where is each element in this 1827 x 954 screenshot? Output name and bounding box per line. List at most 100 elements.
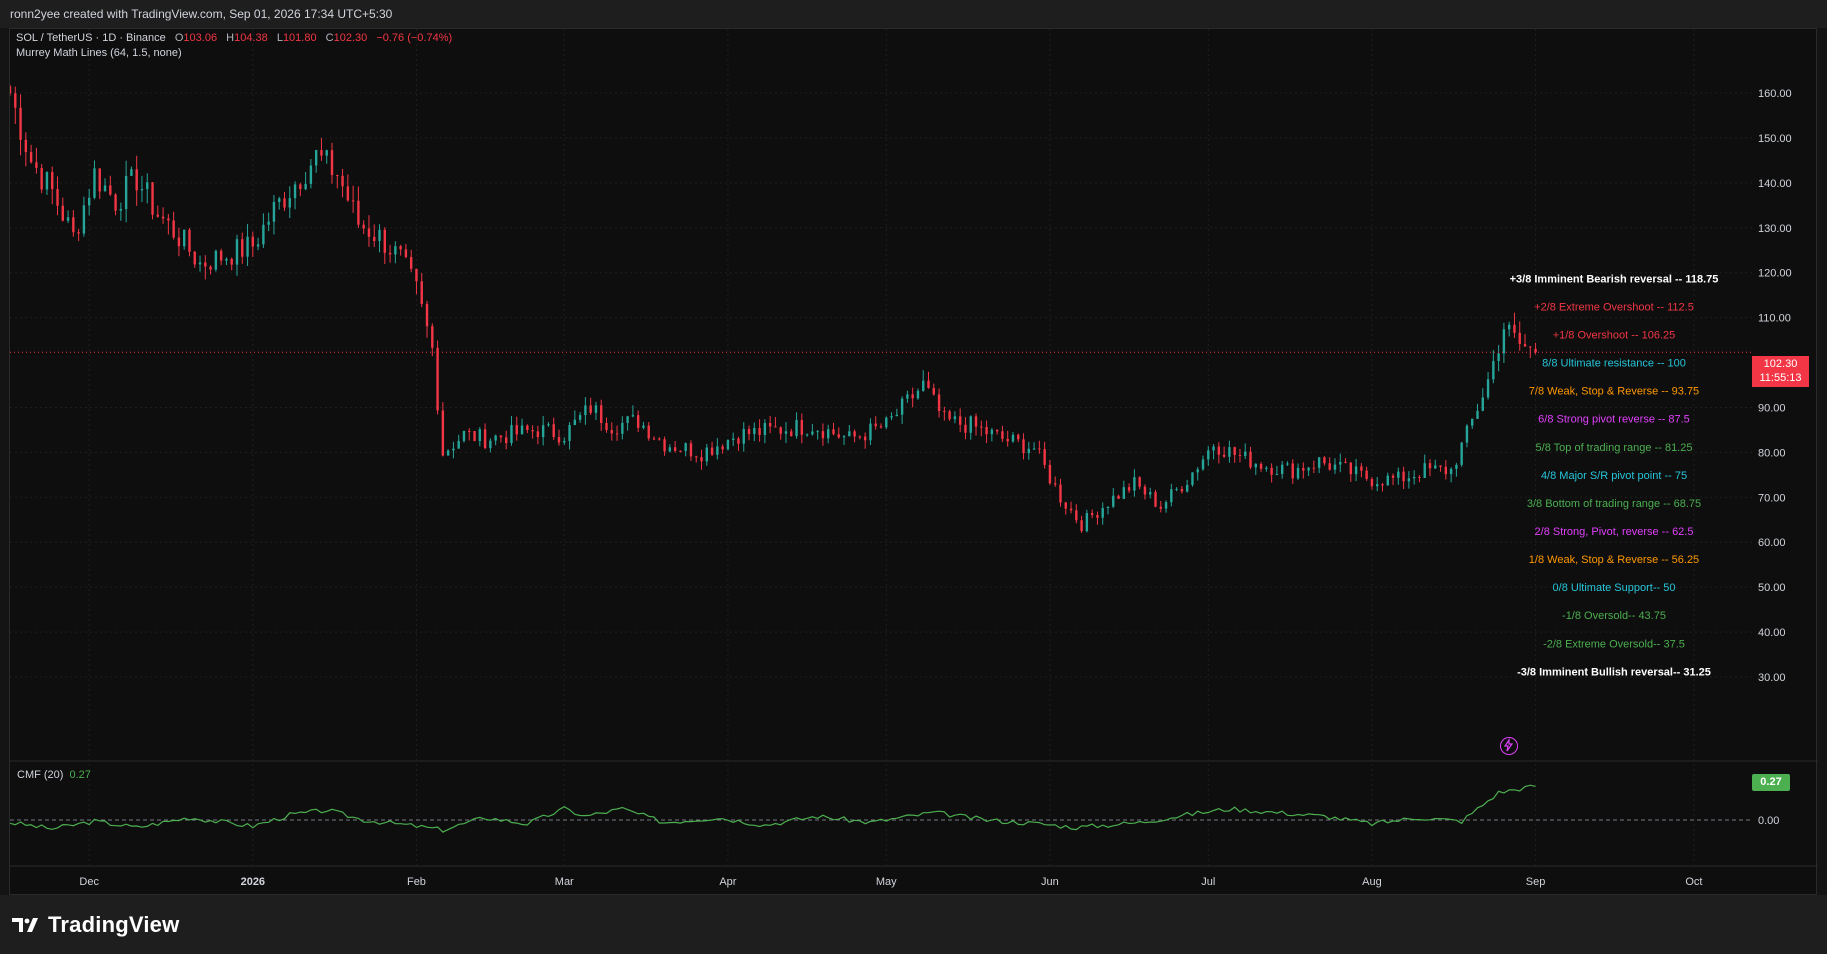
candle-body	[1529, 346, 1532, 348]
candle-body	[336, 174, 339, 176]
candle-body	[1054, 483, 1057, 485]
candle-body	[1481, 397, 1484, 411]
candle-body	[879, 426, 883, 428]
candle-body	[56, 189, 59, 206]
candle-body	[990, 429, 994, 435]
candle-body	[98, 168, 101, 192]
candle-body	[1117, 495, 1120, 499]
candle-body	[505, 437, 508, 444]
candle-body	[1349, 462, 1353, 475]
candle-body	[594, 405, 598, 413]
candle-body	[151, 182, 154, 215]
candle-body	[1127, 487, 1131, 491]
candle-body	[1249, 451, 1252, 468]
candle-body	[51, 172, 54, 190]
candle-body	[409, 257, 413, 269]
murrey-level-label: 2/8 Strong, Pivot, reverse -- 62.5	[1535, 526, 1694, 538]
candle-body	[600, 405, 603, 423]
murrey-level-label: 1/8 Weak, Stop & Reverse -- 56.25	[1529, 554, 1699, 566]
low-value: 101.80	[282, 32, 317, 44]
candle-body	[388, 252, 392, 255]
candle-body	[1523, 343, 1527, 347]
candle-body	[1059, 484, 1062, 503]
candle-body	[172, 220, 175, 238]
candle-body	[1455, 464, 1458, 469]
candle-body	[1280, 464, 1284, 475]
footer	[0, 895, 1827, 954]
indicator-legend[interactable]: Murrey Math Lines (64, 1.5, none)	[16, 47, 182, 59]
time-axis-label: May	[876, 876, 897, 888]
candle-body	[314, 149, 318, 166]
candle-body	[974, 416, 978, 427]
murrey-level-label: 6/8 Strong pivot reverse -- 87.5	[1538, 414, 1690, 426]
candle-body	[842, 436, 846, 438]
candle-body	[420, 281, 423, 304]
candle-body	[800, 420, 804, 435]
candle-body	[663, 439, 666, 452]
candle-body	[1339, 461, 1342, 465]
candle-body	[1354, 466, 1358, 475]
symbol-legend[interactable]: SOL / TetherUS · 1D · Binance O103.06 H1…	[16, 32, 452, 44]
candle-body	[478, 429, 482, 442]
tradingview-logo[interactable]: TradingView	[12, 912, 179, 938]
current-price: 102.30	[1763, 358, 1798, 370]
candle-body	[705, 447, 708, 462]
current-price-tag: 102.30 11:55:13	[1752, 356, 1809, 387]
candle-body	[589, 405, 592, 413]
cmf-label: CMF (20)	[17, 769, 64, 781]
candle-body	[288, 198, 291, 208]
candle-body	[267, 221, 270, 225]
candle-body	[204, 262, 207, 267]
candle-body	[858, 436, 862, 438]
candle-body	[241, 239, 244, 257]
candle-body	[922, 380, 925, 391]
candle-body	[219, 250, 223, 261]
candle-body	[167, 218, 170, 221]
price-axis-label: 40.00	[1758, 627, 1786, 639]
candle-body	[779, 427, 782, 434]
candle-body	[135, 169, 138, 191]
candle-body	[1191, 472, 1194, 485]
candle-body	[246, 236, 249, 257]
price-axis-label: 110.00	[1758, 313, 1791, 325]
price-axis-label: 30.00	[1758, 672, 1786, 684]
candle-body	[790, 431, 793, 437]
candle-body	[93, 168, 96, 198]
candle-body	[146, 182, 149, 190]
candle-body	[684, 443, 687, 451]
lightning-alert-icon[interactable]	[1500, 737, 1518, 755]
candle-body	[161, 216, 165, 219]
candle-body	[130, 169, 133, 176]
cmf-legend[interactable]: CMF (20) 0.27	[17, 769, 91, 781]
candle-body	[1238, 454, 1242, 456]
candle-body	[1497, 353, 1500, 362]
candle-body	[647, 425, 650, 439]
chart-canvas[interactable]: 160.00 150.00 140.00 130.00 120.00 110.00 90.0…	[10, 29, 1818, 896]
candle-body	[457, 440, 460, 449]
candle-body	[726, 439, 730, 450]
murrey-level-label: 5/8 Top of trading range -- 81.25	[1536, 442, 1693, 454]
chart-frame[interactable]: 160.00 150.00 140.00 130.00 120.00 110.00 90.0…	[9, 28, 1818, 896]
candle-body	[737, 438, 740, 444]
price-axis-label: 90.00	[1758, 402, 1786, 414]
candle-body	[853, 431, 856, 437]
candle-body	[325, 150, 328, 156]
price-axis-label: 80.00	[1758, 447, 1786, 459]
murrey-level-label: 7/8 Weak, Stop & Reverse -- 93.75	[1529, 386, 1699, 398]
candle-body	[1207, 450, 1210, 460]
candle-body	[964, 424, 967, 433]
candle-body	[874, 423, 877, 427]
candle-body	[1534, 348, 1537, 353]
time-axis-label: Oct	[1685, 876, 1702, 888]
candle-body	[82, 205, 86, 234]
candle-body	[499, 435, 503, 438]
candle-body	[1159, 506, 1162, 509]
price-axis-label: 60.00	[1758, 537, 1786, 549]
candle-body	[848, 431, 851, 437]
candle-body	[995, 429, 999, 432]
candle-body	[1444, 466, 1448, 475]
cmf-line	[10, 784, 1536, 833]
candle-body	[541, 425, 545, 438]
candle-body	[615, 433, 619, 435]
candle-body	[1090, 513, 1094, 516]
